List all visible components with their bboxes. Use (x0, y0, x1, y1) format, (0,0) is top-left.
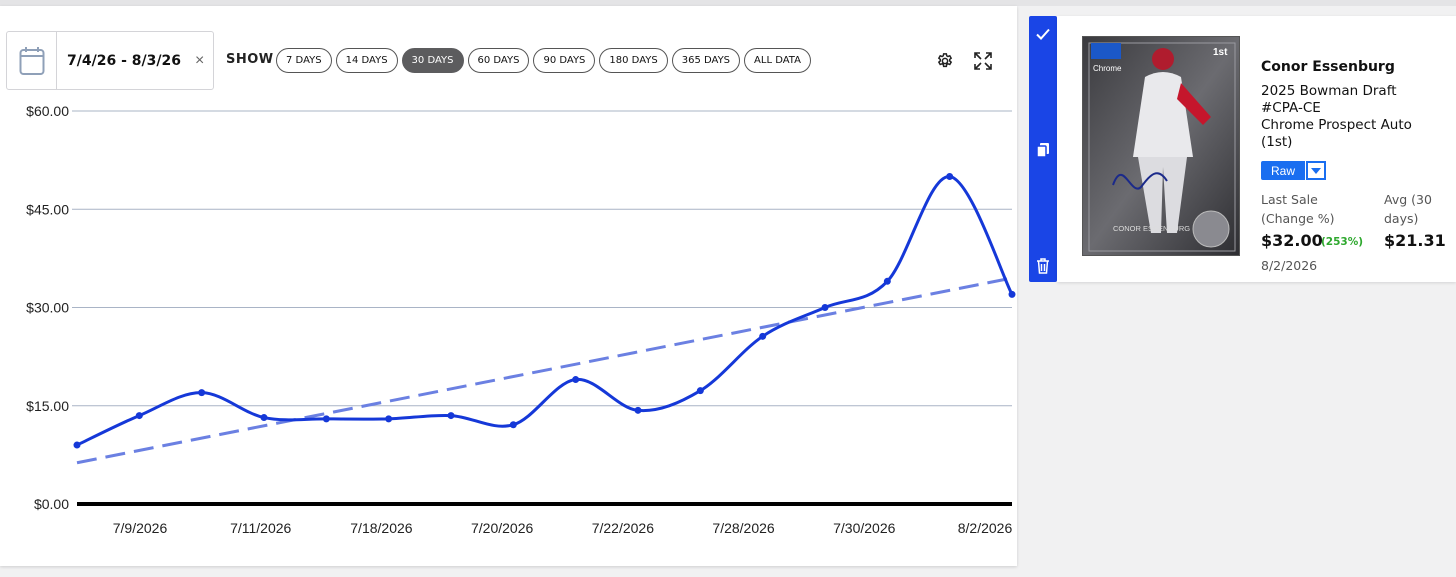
last-sale-label: Last Sale (Change %) (1261, 190, 1334, 228)
data-point (447, 412, 455, 420)
data-point (696, 387, 704, 395)
x-tick-label: 8/2/2026 (958, 520, 1013, 536)
data-point (946, 173, 954, 180)
x-tick-label: 7/18/2026 (350, 520, 412, 536)
x-tick-label: 7/11/2026 (230, 520, 291, 536)
last-sale-label-line: Last Sale (1261, 192, 1318, 207)
x-tick-label: 7/22/2026 (592, 520, 654, 536)
card-image[interactable]: Chrome 1st CONOR ESSENBURG (1082, 36, 1240, 256)
last-sale-price: $32.00 (1261, 231, 1323, 250)
check-icon[interactable] (1033, 24, 1053, 44)
card-badge-text: 1st (1213, 47, 1228, 58)
y-axis-ticks: $60.00 $45.00 $30.00 $15.00 $0.00 (26, 103, 69, 512)
data-point (1008, 290, 1016, 298)
action-sidebar (1029, 16, 1057, 282)
avg-label-line: Avg (30 (1384, 192, 1432, 207)
card-desc-line: (1st) (1261, 134, 1293, 150)
avg-label: Avg (30 days) (1384, 190, 1432, 228)
grade-selector[interactable]: Raw (1261, 161, 1327, 180)
data-point (572, 376, 580, 384)
last-sale-label-line: (Change %) (1261, 211, 1335, 226)
chevron-down-icon[interactable] (1306, 161, 1327, 180)
x-tick-label: 7/30/2026 (833, 520, 895, 536)
y-tick-label: $45.00 (26, 201, 69, 217)
grade-label[interactable]: Raw (1261, 161, 1306, 180)
y-tick-label: $0.00 (34, 496, 69, 512)
data-point (73, 441, 81, 449)
trend-line (76, 276, 1013, 465)
data-point (509, 421, 517, 429)
avg-label-line: days) (1384, 211, 1419, 226)
y-tick-label: $60.00 (26, 103, 69, 119)
sale-date: 8/2/2026 (1261, 258, 1318, 273)
data-point (260, 414, 268, 422)
card-desc-line: 2025 Bowman Draft (1261, 83, 1397, 99)
data-point (385, 415, 393, 423)
data-point (198, 389, 206, 397)
x-tick-label: 7/9/2026 (113, 520, 168, 536)
data-point (759, 332, 767, 340)
card-caption-text: CONOR ESSENBURG (1113, 224, 1190, 233)
data-point (322, 415, 330, 423)
x-axis-ticks: 7/9/2026 7/11/2026 7/18/2026 7/20/2026 7/22/… (113, 520, 1013, 536)
copy-icon[interactable] (1033, 140, 1053, 160)
series-line (76, 175, 1014, 447)
price-series (73, 173, 1016, 449)
change-percent: (253%) (1321, 236, 1364, 248)
y-tick-label: $30.00 (26, 300, 69, 316)
card-desc-line: #CPA-CE (1261, 100, 1321, 116)
card-desc-line: Chrome Prospect Auto (1261, 117, 1412, 133)
data-point (135, 412, 143, 420)
card-description: 2025 Bowman Draft #CPA-CE Chrome Prospec… (1261, 83, 1451, 151)
avg-price: $21.31 (1384, 231, 1446, 250)
x-tick-label: 7/20/2026 (471, 520, 533, 536)
data-point (634, 406, 642, 414)
y-tick-label: $15.00 (26, 398, 69, 414)
chart-grid (72, 110, 1012, 506)
trendline (76, 276, 1013, 465)
card-panel: Chrome 1st CONOR ESSENBURG Conor Essenbu… (1057, 16, 1456, 282)
player-name: Conor Essenburg (1261, 59, 1395, 75)
data-point (821, 304, 829, 311)
card-brand-text: Chrome (1093, 64, 1122, 73)
trash-icon[interactable] (1033, 256, 1053, 276)
x-tick-label: 7/28/2026 (712, 520, 774, 536)
price-chart: $60.00$45.00$30.00$15.00$0.00 7/9/2026 7/… (26, 103, 1016, 536)
data-point (883, 277, 891, 285)
